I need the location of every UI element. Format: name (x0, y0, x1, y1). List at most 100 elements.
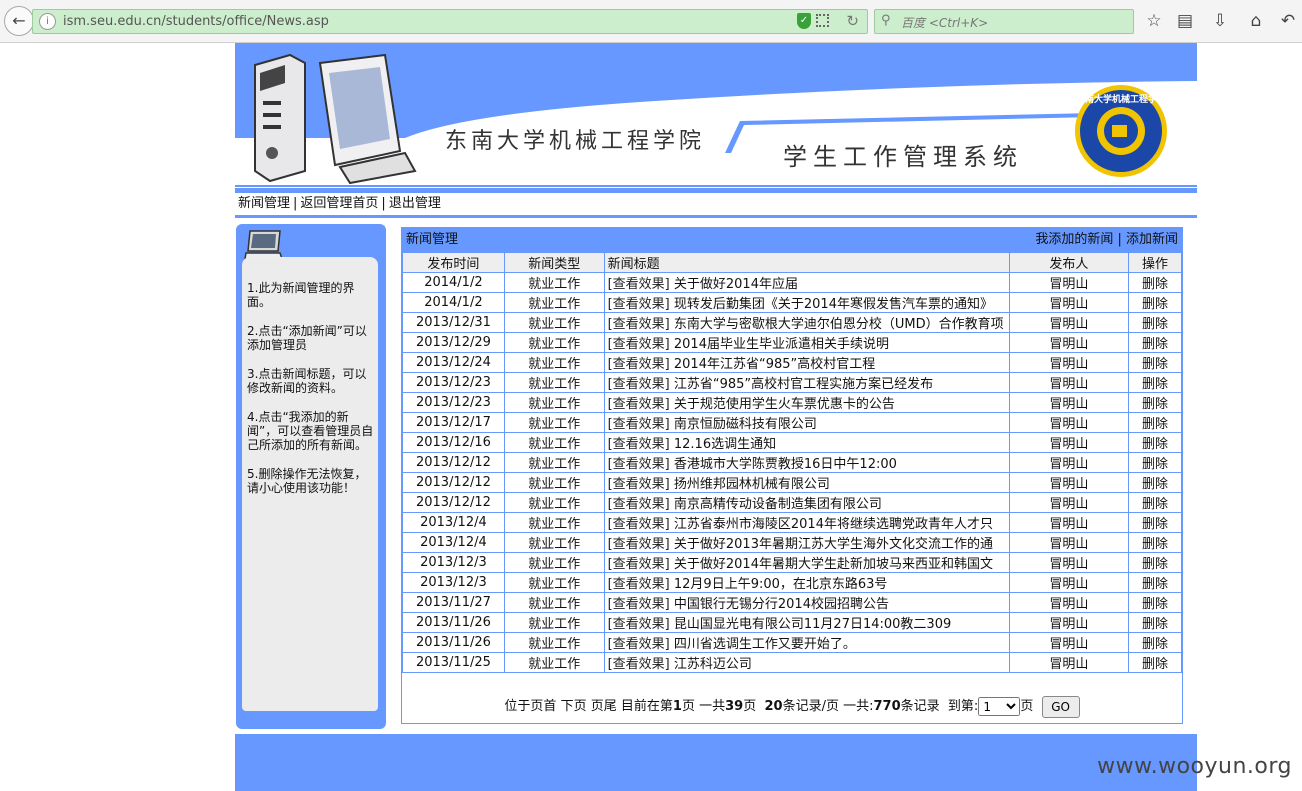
news-title-link[interactable]: 关于规范使用学生火车票优惠卡的公告 (674, 397, 895, 412)
search-box[interactable]: ⚲ 百度 <Ctrl+K> (874, 9, 1134, 34)
my-news-link[interactable]: 我添加的新闻 (1035, 232, 1113, 247)
cell-date: 2013/12/12 (402, 492, 505, 513)
news-title-link[interactable]: 南京高精传动设备制造集团有限公司 (674, 497, 882, 512)
view-effect-link[interactable]: [查看效果] (608, 557, 670, 572)
news-title-link[interactable]: 昆山国显光电有限公司11月27日14:00教二309 (674, 617, 951, 632)
delete-link[interactable]: 删除 (1142, 577, 1168, 592)
delete-link[interactable]: 删除 (1142, 517, 1168, 532)
view-effect-link[interactable]: [查看效果] (608, 657, 670, 672)
news-title-link[interactable]: 四川省选调生工作又要开始了。 (674, 637, 856, 652)
news-title-link[interactable]: 2014年江苏省“985”高校村官工程 (674, 357, 875, 372)
news-title-link[interactable]: 江苏省泰州市海陵区2014年将继续选聘党政青年人才只 (674, 517, 993, 532)
cell-action: 删除 (1128, 512, 1182, 533)
view-effect-link[interactable]: [查看效果] (608, 297, 670, 312)
view-effect-link[interactable]: [查看效果] (608, 517, 670, 532)
news-title-link[interactable]: 关于做好2014年应届 (674, 277, 798, 292)
cell-action: 删除 (1128, 552, 1182, 573)
delete-link[interactable]: 删除 (1142, 357, 1168, 372)
pager-last-link[interactable]: 页尾 (591, 699, 617, 714)
news-title-link[interactable]: 现转发后勤集团《关于2014年寒假发售汽车票的通知》 (674, 297, 993, 312)
delete-link[interactable]: 删除 (1142, 377, 1168, 392)
view-effect-link[interactable]: [查看效果] (608, 617, 670, 632)
view-effect-link[interactable]: [查看效果] (608, 437, 670, 452)
view-effect-link[interactable]: [查看效果] (608, 277, 670, 292)
cell-action: 删除 (1128, 352, 1182, 373)
news-title-link[interactable]: 扬州维邦园林机械有限公司 (674, 477, 830, 492)
delete-link[interactable]: 删除 (1142, 397, 1168, 412)
view-effect-link[interactable]: [查看效果] (608, 377, 670, 392)
view-effect-link[interactable]: [查看效果] (608, 637, 670, 652)
shield-icon[interactable]: ✓ (797, 13, 811, 29)
delete-link[interactable]: 删除 (1142, 437, 1168, 452)
info-icon[interactable]: i (39, 13, 56, 30)
view-effect-link[interactable]: [查看效果] (608, 337, 670, 352)
news-title-link[interactable]: 南京恒励磁科技有限公司 (674, 417, 817, 432)
back-arrow-icon[interactable]: ← (4, 6, 34, 36)
cell-author: 冒明山 (1008, 652, 1130, 673)
view-effect-link[interactable]: [查看效果] (608, 577, 670, 592)
view-effect-link[interactable]: [查看效果] (608, 397, 670, 412)
cell-type: 就业工作 (503, 452, 605, 473)
delete-link[interactable]: 删除 (1142, 277, 1168, 292)
delete-link[interactable]: 删除 (1142, 497, 1168, 512)
download-icon[interactable]: ⇩ (1209, 10, 1231, 32)
go-button[interactable]: GO (1041, 695, 1080, 718)
home-icon[interactable]: ⌂ (1245, 10, 1267, 32)
news-title-link[interactable]: 东南大学与密歇根大学迪尔伯恩分校（UMD）合作教育项 (674, 317, 1004, 332)
cell-author: 冒明山 (1008, 612, 1130, 633)
view-effect-link[interactable]: [查看效果] (608, 417, 670, 432)
qr-code-icon[interactable] (816, 14, 829, 27)
delete-link[interactable]: 删除 (1142, 317, 1168, 332)
view-effect-link[interactable]: [查看效果] (608, 457, 670, 472)
news-title-link[interactable]: 12.16选调生通知 (674, 437, 776, 452)
star-icon[interactable]: ☆ (1143, 10, 1165, 32)
delete-link[interactable]: 删除 (1142, 657, 1168, 672)
table-row: 2013/11/26 就业工作 [查看效果] 四川省选调生工作又要开始了。 冒明山 删除 (402, 632, 1182, 653)
reading-list-icon[interactable]: ▤ (1174, 10, 1196, 32)
search-input[interactable]: 百度 <Ctrl+K> (901, 14, 988, 31)
nav-back-admin-home[interactable]: 返回管理首页 (300, 196, 378, 211)
banner: 东南大学机械工程学院 东南大学机械工程学院 学生工作管理系统 (235, 43, 1197, 188)
table-row: 2013/12/16 就业工作 [查看效果] 12.16选调生通知 冒明山 删除 (402, 432, 1182, 453)
view-effect-link[interactable]: [查看效果] (608, 477, 670, 492)
news-title-link[interactable]: 关于做好2013年暑期江苏大学生海外文化交流工作的通 (674, 537, 993, 552)
delete-link[interactable]: 删除 (1142, 637, 1168, 652)
add-news-link[interactable]: 添加新闻 (1126, 232, 1178, 247)
news-title-link[interactable]: 江苏科迈公司 (674, 657, 752, 672)
delete-link[interactable]: 删除 (1142, 417, 1168, 432)
news-table: 发布时间 新闻类型 新闻标题 发布人 操作 2014/1/2 就业工作 [查看效果]… (402, 252, 1182, 673)
delete-link[interactable]: 删除 (1142, 337, 1168, 352)
delete-link[interactable]: 删除 (1142, 597, 1168, 612)
view-effect-link[interactable]: [查看效果] (608, 497, 670, 512)
news-title-link[interactable]: 香港城市大学陈贾教授16日中午12:00 (674, 457, 897, 472)
view-effect-link[interactable]: [查看效果] (608, 317, 670, 332)
delete-link[interactable]: 删除 (1142, 557, 1168, 572)
delete-link[interactable]: 删除 (1142, 617, 1168, 632)
view-effect-link[interactable]: [查看效果] (608, 357, 670, 372)
cell-author: 冒明山 (1008, 272, 1130, 293)
news-title-link[interactable]: 关于做好2014年暑期大学生赴新加坡马来西亚和韩国文 (674, 557, 993, 572)
news-title-link[interactable]: 中国银行无锡分行2014校园招聘公告 (674, 597, 889, 612)
view-effect-link[interactable]: [查看效果] (608, 537, 670, 552)
cell-date: 2013/12/31 (402, 312, 505, 333)
address-bar[interactable]: i ism.seu.edu.cn/students/office/News.as… (32, 9, 868, 34)
school-logo: 东南大学机械工程学院 (1075, 85, 1167, 177)
reload-icon[interactable]: ↻ (846, 12, 859, 30)
delete-link[interactable]: 删除 (1142, 457, 1168, 472)
view-effect-link[interactable]: [查看效果] (608, 597, 670, 612)
nav-news-management[interactable]: 新闻管理 (238, 196, 290, 211)
delete-link[interactable]: 删除 (1142, 477, 1168, 492)
page-select[interactable]: 1 (978, 697, 1021, 716)
news-title-link[interactable]: 2014届毕业生毕业派遣相关手续说明 (674, 337, 889, 352)
nav-logout[interactable]: 退出管理 (389, 196, 441, 211)
nav-separator: | (381, 196, 386, 211)
news-title-link[interactable]: 12月9日上午9:00，在北京东路63号 (674, 577, 888, 592)
news-title-link[interactable]: 江苏省“985”高校村官工程实施方案已经发布 (674, 377, 933, 392)
cell-date: 2014/1/2 (402, 272, 505, 293)
pager-next-link[interactable]: 下页 (561, 699, 587, 714)
url-text[interactable]: ism.seu.edu.cn/students/office/News.asp (63, 14, 329, 29)
undo-icon[interactable]: ↶ (1277, 10, 1299, 32)
delete-link[interactable]: 删除 (1142, 297, 1168, 312)
cell-author: 冒明山 (1008, 512, 1130, 533)
delete-link[interactable]: 删除 (1142, 537, 1168, 552)
